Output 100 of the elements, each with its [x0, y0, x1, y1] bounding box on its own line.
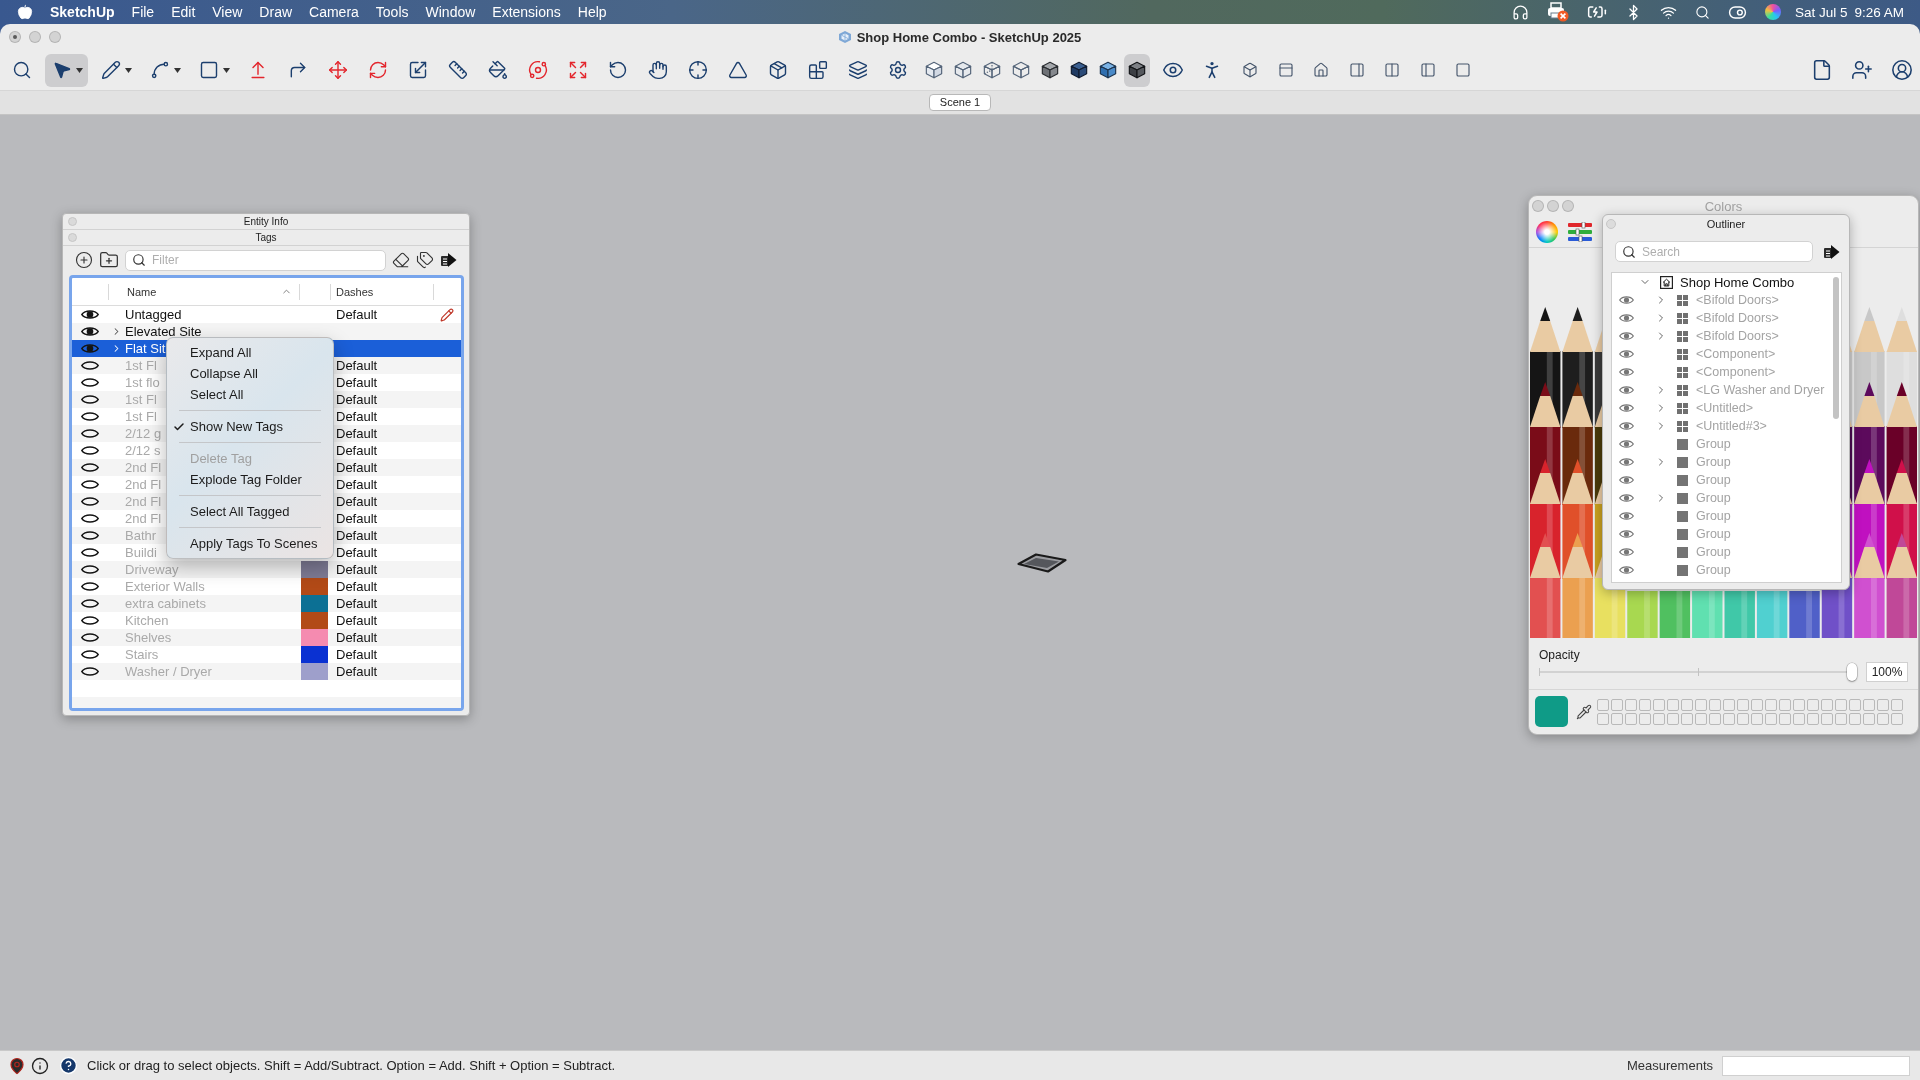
eye-outline-icon[interactable]: [81, 496, 99, 507]
menu-item[interactable]: Expand All: [167, 342, 333, 363]
opacity-value-field[interactable]: 100%: [1866, 662, 1908, 682]
menu-item[interactable]: Explode Tag Folder: [167, 469, 333, 490]
eye-outline-icon[interactable]: [81, 564, 99, 575]
search-icon[interactable]: [1694, 4, 1710, 20]
add-icon[interactable]: [75, 251, 93, 269]
menu-item[interactable]: Window: [425, 3, 476, 21]
eye-outline-icon[interactable]: [81, 598, 99, 609]
time-text[interactable]: 9:26 AM: [1854, 4, 1904, 20]
eye-outline-icon[interactable]: [81, 394, 99, 405]
color-well[interactable]: [1597, 712, 1609, 725]
color-well[interactable]: [1779, 712, 1791, 725]
panel-title[interactable]: Entity Info: [243, 214, 289, 229]
apple-icon[interactable]: [17, 4, 33, 20]
color-swatch-icon[interactable]: [301, 646, 328, 663]
colored-pencil[interactable]: [1562, 533, 1593, 638]
color-well[interactable]: [1737, 712, 1749, 725]
menu-item[interactable]: File: [131, 3, 155, 21]
color-wheel-icon[interactable]: [1536, 220, 1558, 243]
color-well[interactable]: [1863, 698, 1875, 711]
color-well[interactable]: [1877, 712, 1889, 725]
eye-outline-icon[interactable]: [81, 649, 99, 660]
color-swatch-icon[interactable]: [301, 578, 328, 595]
colored-pencil[interactable]: [1692, 591, 1723, 638]
menu-item[interactable]: View: [212, 3, 243, 21]
opacity-slider[interactable]: [1539, 663, 1857, 681]
menu-item[interactable]: Show New Tags: [167, 416, 333, 437]
panel-title[interactable]: Tags: [255, 230, 277, 245]
color-well[interactable]: [1681, 698, 1693, 711]
color-well[interactable]: [1793, 698, 1805, 711]
color-well[interactable]: [1723, 698, 1735, 711]
color-well[interactable]: [1849, 698, 1861, 711]
color-well[interactable]: [1891, 712, 1903, 725]
color-well[interactable]: [1793, 712, 1805, 725]
color-well[interactable]: [1597, 698, 1609, 711]
colored-pencil[interactable]: [1854, 533, 1885, 638]
eye-outline-icon[interactable]: [81, 411, 99, 422]
menu-item[interactable]: Tools: [375, 3, 409, 21]
color-well[interactable]: [1709, 712, 1721, 725]
colored-pencil[interactable]: [1756, 591, 1788, 638]
color-well[interactable]: [1639, 698, 1651, 711]
color-well[interactable]: [1877, 698, 1889, 711]
eye-outline-icon[interactable]: [81, 479, 99, 490]
column-header[interactable]: Dashes: [330, 283, 433, 300]
color-well[interactable]: [1611, 712, 1623, 725]
color-well[interactable]: [1807, 712, 1819, 725]
eye-outline-icon[interactable]: [81, 360, 99, 371]
eye-outline-icon[interactable]: [81, 547, 99, 558]
color-well[interactable]: [1681, 712, 1693, 725]
column-header[interactable]: Name: [108, 283, 299, 300]
color-well[interactable]: [1821, 712, 1833, 725]
colored-pencil[interactable]: [1659, 591, 1691, 638]
color-well[interactable]: [1751, 712, 1763, 725]
colored-pencil[interactable]: [1627, 591, 1658, 638]
outliner-item[interactable]: Shop Home Combo: [1680, 274, 1795, 290]
menu-item[interactable]: Collapse All: [167, 363, 333, 384]
color-well[interactable]: [1835, 698, 1847, 711]
colored-pencil[interactable]: [1789, 591, 1820, 638]
color-well[interactable]: [1891, 698, 1903, 711]
color-well[interactable]: [1723, 712, 1735, 725]
color-well[interactable]: [1611, 698, 1623, 711]
eye-outline-icon[interactable]: [81, 462, 99, 473]
printer-error-icon[interactable]: [1546, 2, 1569, 22]
colored-pencil[interactable]: [1886, 533, 1917, 638]
scrollbar-thumb[interactable]: [1833, 277, 1839, 419]
color-well[interactable]: [1737, 698, 1749, 711]
color-well[interactable]: [1765, 712, 1777, 725]
slider-thumb[interactable]: [1847, 663, 1857, 681]
sliders-icon[interactable]: [1568, 221, 1592, 242]
color-swatch-icon[interactable]: [301, 612, 328, 629]
eye-outline-icon[interactable]: [81, 513, 99, 524]
color-swatch-icon[interactable]: [301, 663, 328, 680]
menu-item[interactable]: Select All: [167, 384, 333, 405]
map-pin-icon[interactable]: [8, 1056, 26, 1075]
tags-icon[interactable]: [416, 251, 434, 269]
color-well[interactable]: [1751, 698, 1763, 711]
eye-outline-icon[interactable]: [81, 530, 99, 541]
eye-outline-icon[interactable]: [81, 632, 99, 643]
eye-outline-icon[interactable]: [81, 581, 99, 592]
color-swatch-icon[interactable]: [1535, 696, 1568, 727]
eraser-icon[interactable]: [392, 251, 410, 269]
measurements-field[interactable]: [1722, 1055, 1910, 1076]
color-well[interactable]: [1667, 712, 1679, 725]
color-well[interactable]: [1765, 698, 1777, 711]
colored-pencil[interactable]: [1724, 591, 1755, 638]
eye-outline-icon[interactable]: [81, 377, 99, 388]
colored-pencil[interactable]: [1530, 533, 1561, 638]
color-well[interactable]: [1625, 712, 1637, 725]
color-swatch-icon[interactable]: [301, 595, 328, 612]
arrow-right-icon[interactable]: [1823, 243, 1840, 260]
color-well[interactable]: [1653, 698, 1665, 711]
color-well[interactable]: [1695, 698, 1707, 711]
headphones-icon[interactable]: [1511, 3, 1529, 21]
eyedropper-icon[interactable]: [1576, 703, 1592, 720]
help-icon[interactable]: [59, 1056, 78, 1075]
date-text[interactable]: Sat Jul 5: [1794, 4, 1848, 20]
orb-icon[interactable]: [1764, 4, 1781, 20]
color-swatch-icon[interactable]: [301, 561, 328, 578]
color-well[interactable]: [1863, 712, 1875, 725]
